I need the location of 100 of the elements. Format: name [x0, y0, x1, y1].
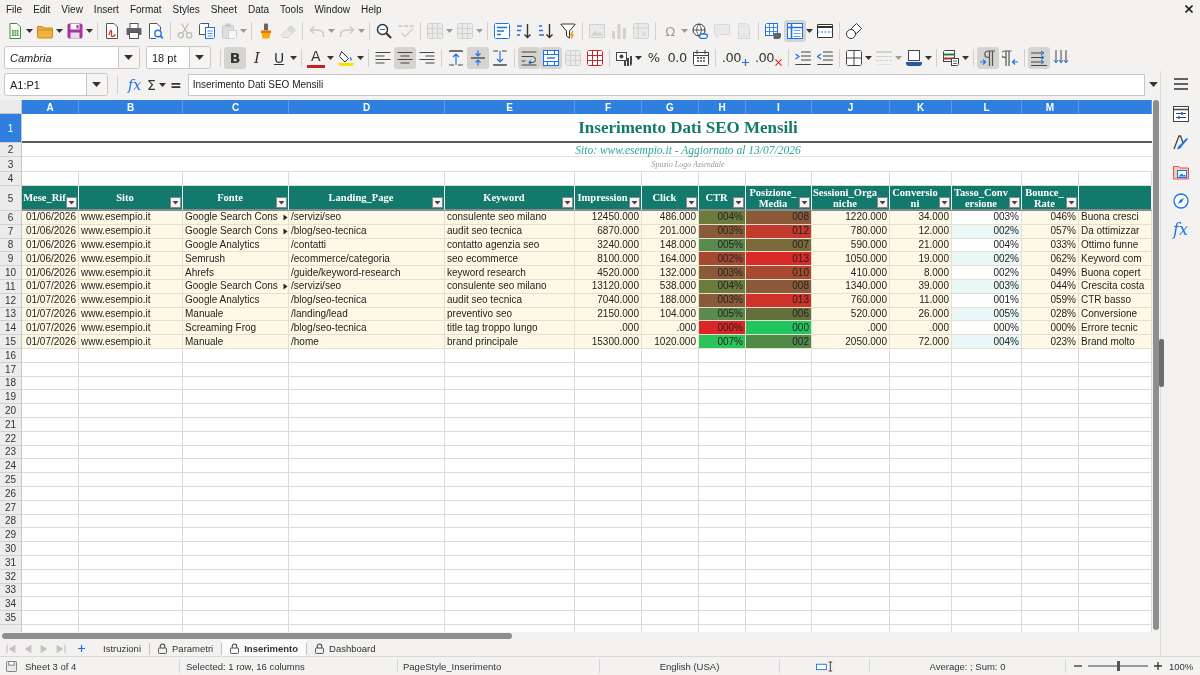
align-right-icon[interactable]: [418, 49, 435, 66]
row-header[interactable]: 3: [0, 157, 22, 172]
merged-grid-icon[interactable]: [539, 46, 562, 69]
align-left-icon[interactable]: [374, 49, 391, 66]
caret-icon[interactable]: [326, 55, 334, 60]
grid-printer-icon[interactable]: [765, 23, 781, 39]
menu-item[interactable]: Window: [314, 3, 350, 15]
sidebar-collapse-handle[interactable]: [1159, 339, 1164, 387]
column-header[interactable]: G: [642, 100, 699, 114]
dropdown-box-icon[interactable]: [686, 197, 697, 208]
plus-icon[interactable]: [1154, 662, 1162, 670]
page-magnifier-icon[interactable]: [148, 23, 164, 39]
down-arrows-icon[interactable]: [1053, 49, 1070, 66]
column-header[interactable]: H: [699, 100, 746, 114]
sliders-window-icon[interactable]: [1172, 106, 1189, 122]
empty-cells-grid[interactable]: [22, 348, 1152, 632]
caret-icon[interactable]: [634, 55, 642, 60]
row-header[interactable]: 29: [0, 528, 22, 543]
menu-item[interactable]: Data: [247, 3, 270, 15]
globe-link-icon[interactable]: [692, 23, 708, 39]
square-bar-icon[interactable]: [906, 49, 923, 66]
caret-icon[interactable]: [356, 55, 364, 60]
row-header[interactable]: 34: [0, 597, 22, 612]
bold-button[interactable]: B: [224, 46, 246, 69]
lines-box-icon[interactable]: [494, 23, 510, 39]
square-grid-icon[interactable]: [846, 49, 863, 66]
row-header[interactable]: 4: [0, 172, 22, 186]
dropdown-box-icon[interactable]: [629, 197, 640, 208]
formula-button[interactable]: =: [166, 74, 185, 95]
row-header[interactable]: 5: [0, 186, 22, 211]
functions-button[interactable]: fx: [1173, 222, 1188, 238]
caret-icon[interactable]: [1149, 82, 1158, 87]
formula-input-field[interactable]: Inserimento Dati SEO Mensili: [187, 73, 1145, 96]
column-header[interactable]: L: [952, 100, 1022, 114]
caret-icon[interactable]: [806, 29, 813, 33]
row-header[interactable]: 25: [0, 473, 22, 487]
caret-icon[interactable]: [26, 29, 33, 33]
menu-item[interactable]: View: [61, 3, 83, 15]
sort-ascending-icon[interactable]: [516, 23, 532, 39]
caret-icon[interactable]: [158, 82, 166, 87]
plus-icon[interactable]: [78, 645, 85, 652]
row-header[interactable]: 30: [0, 542, 22, 556]
wrap-text-icon[interactable]: [517, 46, 540, 69]
lines-right-arrow-icon[interactable]: [795, 49, 812, 66]
row-header[interactable]: 1: [0, 114, 22, 143]
column-header[interactable]: D: [289, 100, 445, 114]
menu-item[interactable]: Tools: [280, 3, 304, 15]
picture-folder-icon[interactable]: [1172, 164, 1189, 180]
banknote-bars-icon[interactable]: [615, 49, 632, 66]
lines-arrows-icon[interactable]: [1028, 46, 1051, 69]
row-header[interactable]: 15: [0, 335, 22, 349]
sum-button[interactable]: Σ: [144, 74, 159, 95]
column-header[interactable]: M: [1022, 100, 1079, 114]
dropdown-box-icon[interactable]: [276, 197, 287, 208]
horizontal-scrollbar-thumb[interactable]: [2, 633, 512, 639]
column-header[interactable]: K: [890, 100, 952, 114]
minus-icon[interactable]: [1074, 662, 1082, 670]
grid-icon[interactable]: [586, 49, 603, 66]
dropdown-box-icon[interactable]: [799, 197, 810, 208]
printer-icon[interactable]: [126, 23, 142, 39]
search-icon[interactable]: [376, 23, 392, 39]
align-bottom-icon[interactable]: [491, 49, 508, 66]
align-center-icon[interactable]: [393, 46, 416, 69]
align-middle-icon[interactable]: [466, 46, 489, 69]
underline-button[interactable]: U: [268, 46, 290, 69]
number-format-button[interactable]: 0.0: [664, 46, 690, 69]
sort-descending-icon[interactable]: [538, 23, 554, 39]
paint-bucket-icon[interactable]: [337, 49, 354, 66]
rectangle-cursor-icon[interactable]: [815, 660, 834, 672]
menu-icon[interactable]: [1172, 77, 1189, 91]
add-decimal-button[interactable]: .00: [718, 46, 752, 69]
caret-icon[interactable]: [86, 29, 93, 33]
row-header[interactable]: 6: [0, 211, 22, 225]
row-header[interactable]: 9: [0, 252, 22, 267]
menu-item[interactable]: Help: [361, 3, 382, 15]
menu-item[interactable]: File: [6, 3, 23, 15]
menu-item[interactable]: Insert: [93, 3, 119, 15]
funnel-icon[interactable]: [560, 23, 576, 39]
italic-button[interactable]: I: [246, 46, 268, 69]
dropdown-box-icon[interactable]: [877, 197, 888, 208]
menu-item[interactable]: Sheet: [210, 3, 237, 15]
vertical-scrollbar-thumb[interactable]: [1153, 100, 1159, 630]
row-header[interactable]: 19: [0, 390, 22, 405]
function-wizard-button[interactable]: fx: [125, 74, 145, 95]
dropdown-box-icon[interactable]: [1066, 197, 1077, 208]
column-header[interactable]: I: [746, 100, 812, 114]
spreadsheet-icon[interactable]: [7, 23, 23, 39]
row-header[interactable]: 24: [0, 459, 22, 474]
align-top-icon[interactable]: [447, 49, 464, 66]
table-grid-icon[interactable]: [784, 20, 806, 42]
sheet-tab[interactable]: Istruzioni: [95, 640, 149, 657]
slider-thumb[interactable]: [1116, 661, 1120, 671]
column-header[interactable]: J: [812, 100, 890, 114]
row-header[interactable]: 2: [0, 143, 22, 157]
column-header[interactable]: B: [79, 100, 183, 114]
close-icon[interactable]: [1185, 5, 1193, 13]
paintbrush-icon[interactable]: [258, 23, 274, 39]
delete-decimal-button[interactable]: .00: [751, 46, 786, 69]
document-squiggle-icon[interactable]: [104, 23, 120, 39]
caret-icon[interactable]: [962, 55, 970, 60]
